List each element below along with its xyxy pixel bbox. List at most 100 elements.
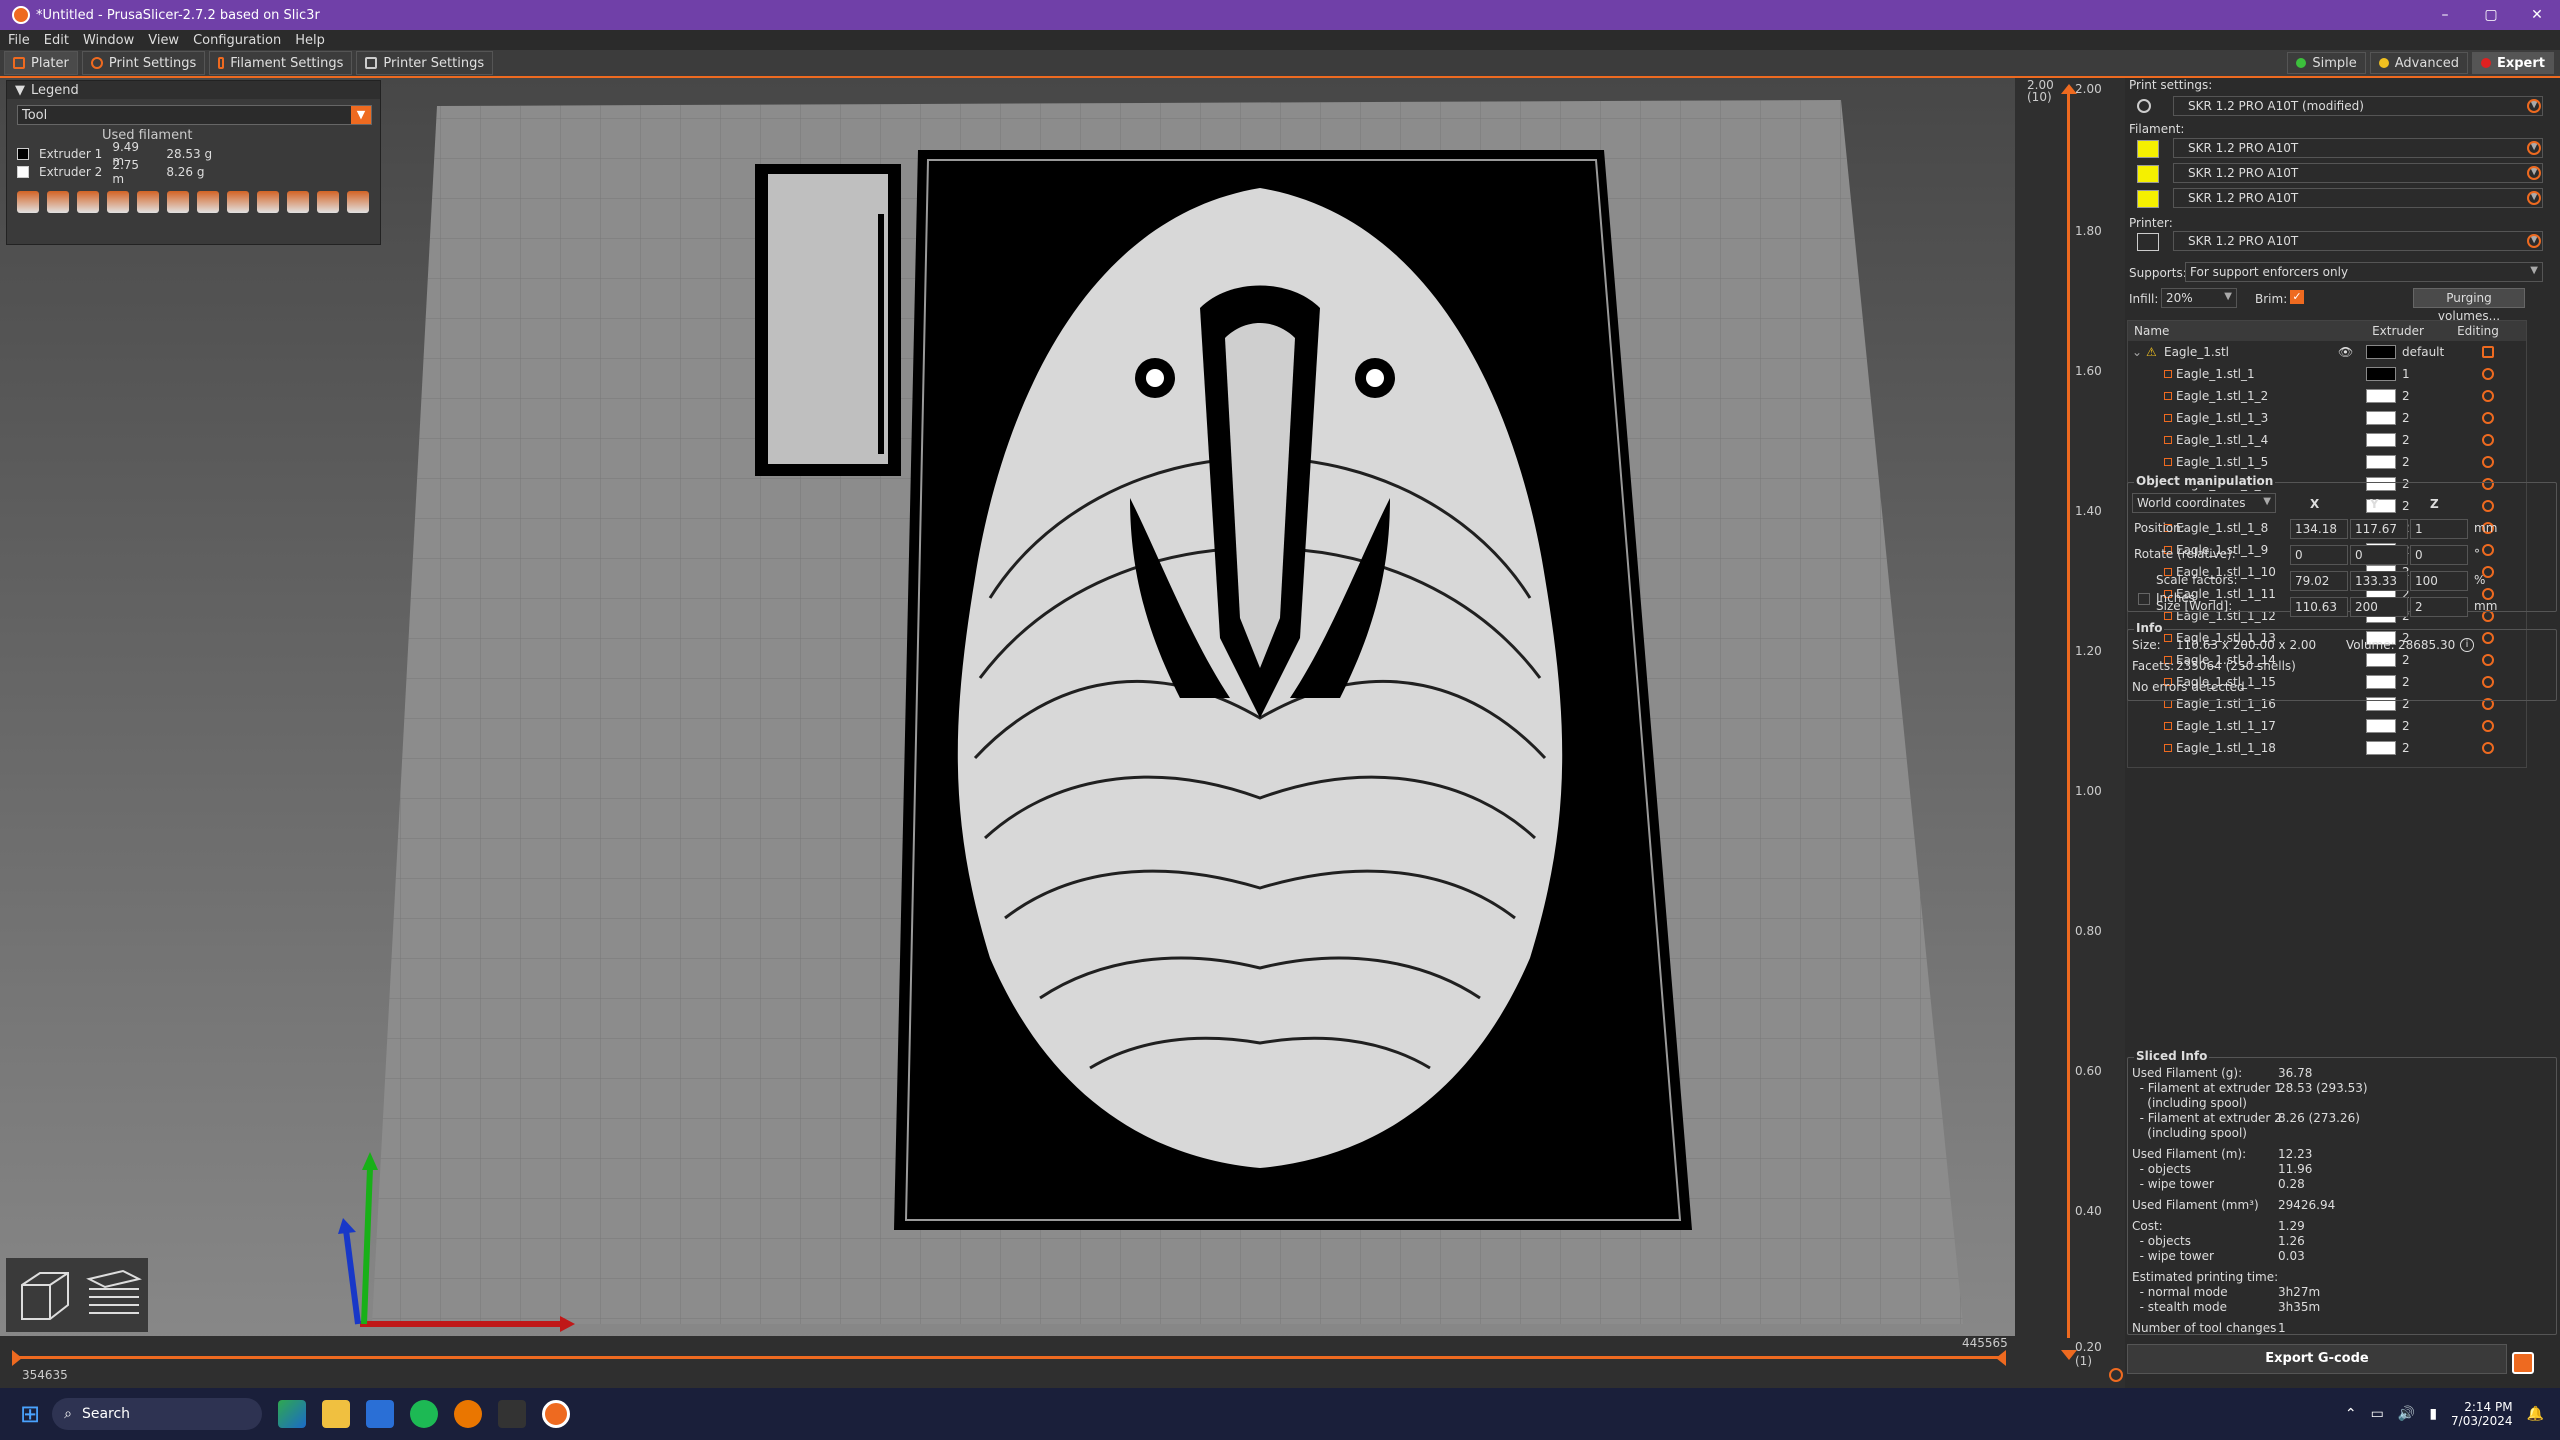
- windows-start-icon[interactable]: ⊞: [20, 1400, 40, 1428]
- horizontal-move-slider[interactable]: 445565 354635: [0, 1336, 2015, 1388]
- extruder-value[interactable]: 2: [2402, 741, 2410, 755]
- view-type-combo[interactable]: Tool ▼: [17, 105, 372, 125]
- filament-combo-2[interactable]: SKR 1.2 PRO A10T ▼: [2173, 163, 2543, 183]
- filament-combo-1[interactable]: SKR 1.2 PRO A10T ▼: [2173, 138, 2543, 158]
- export-gcode-button[interactable]: Export G-code: [2127, 1344, 2507, 1374]
- object-part-row[interactable]: Eagle_1.stl_1_3 2: [2128, 407, 2526, 429]
- coordinate-system-combo[interactable]: World coordinates ▼: [2132, 493, 2276, 513]
- filament-combo-3[interactable]: SKR 1.2 PRO A10T ▼: [2173, 188, 2543, 208]
- network-icon[interactable]: ▭: [2371, 1406, 2384, 1422]
- menu-window[interactable]: Window: [83, 33, 134, 48]
- extruder-value[interactable]: 2: [2402, 433, 2410, 447]
- prusaslicer-taskbar-icon[interactable]: [542, 1400, 571, 1428]
- export-to-storage-icon[interactable]: [2512, 1352, 2534, 1374]
- supports-combo[interactable]: For support enforcers only ▼: [2185, 262, 2543, 282]
- edit-filament-preset-icon[interactable]: [2527, 166, 2541, 180]
- extruder-value[interactable]: 2: [2402, 411, 2410, 425]
- column-name[interactable]: Name: [2134, 324, 2358, 338]
- manipulation-field[interactable]: 117.67: [2350, 519, 2408, 539]
- object-part-row[interactable]: Eagle_1.stl_1_17 2: [2128, 715, 2526, 737]
- manipulation-field[interactable]: 134.18: [2290, 519, 2348, 539]
- 3d-view-icon[interactable]: [12, 1265, 72, 1325]
- tool-marker-toggle-icon[interactable]: [347, 191, 369, 213]
- tab-print-settings[interactable]: Print Settings: [81, 51, 206, 75]
- column-editing[interactable]: Editing: [2438, 324, 2518, 338]
- object-part-row[interactable]: Eagle_1.stl_1 1: [2128, 363, 2526, 385]
- extruder-value[interactable]: 2: [2402, 455, 2410, 469]
- inches-checkbox[interactable]: [2138, 593, 2150, 605]
- volume-icon[interactable]: 🔊: [2398, 1406, 2415, 1422]
- inkscape-icon[interactable]: [498, 1400, 527, 1428]
- edit-filament-preset-icon[interactable]: [2527, 141, 2541, 155]
- object-part-row[interactable]: Eagle_1.stl_1_18 2: [2128, 737, 2526, 759]
- tool-change-toggle-icon[interactable]: [167, 191, 189, 213]
- edit-icon[interactable]: [2482, 346, 2494, 358]
- print-settings-combo[interactable]: SKR 1.2 PRO A10T (modified) ▼: [2173, 96, 2543, 116]
- edit-icon[interactable]: [2482, 434, 2494, 446]
- layer-vertical-slider[interactable]: 2.00 (10) 2.00 1.80 1.60 1.40 1.20 1.00 …: [2015, 78, 2125, 1388]
- manipulation-field[interactable]: 2: [2410, 597, 2468, 617]
- cog-icon[interactable]: [2109, 1368, 2123, 1382]
- edit-filament-preset-icon[interactable]: [2527, 191, 2541, 205]
- travel-toggle-icon[interactable]: [17, 191, 39, 213]
- custom-gcode-toggle-icon[interactable]: [257, 191, 279, 213]
- manipulation-field[interactable]: 133.33: [2350, 571, 2408, 591]
- filament-color-swatch[interactable]: [2137, 165, 2159, 183]
- edit-print-preset-icon[interactable]: [2527, 99, 2541, 113]
- extruder-value[interactable]: default: [2402, 345, 2444, 359]
- menu-file[interactable]: File: [8, 33, 30, 48]
- mode-expert-button[interactable]: Expert: [2471, 52, 2554, 74]
- manipulation-field[interactable]: 100: [2410, 571, 2468, 591]
- file-explorer-icon[interactable]: [322, 1400, 351, 1428]
- infill-combo[interactable]: 20% ▼: [2161, 288, 2237, 308]
- blender-icon[interactable]: [454, 1400, 483, 1428]
- hslider-right-thumb[interactable]: [1996, 1350, 2006, 1366]
- mode-advanced-button[interactable]: Advanced: [2369, 52, 2468, 74]
- filament-color-swatch[interactable]: [2137, 140, 2159, 158]
- hslider-left-thumb[interactable]: [12, 1350, 22, 1366]
- edit-icon[interactable]: [2482, 720, 2494, 732]
- 3d-preview-canvas[interactable]: [0, 78, 2015, 1388]
- purging-volumes-button[interactable]: Purging volumes...: [2413, 288, 2525, 323]
- brim-checkbox[interactable]: ✓: [2290, 290, 2304, 304]
- object-row-parent[interactable]: ⌄ ⚠ Eagle_1.stl 👁 default: [2128, 341, 2526, 363]
- edit-icon[interactable]: [2482, 412, 2494, 424]
- tab-filament-settings[interactable]: Filament Settings: [209, 51, 353, 75]
- mode-simple-button[interactable]: Simple: [2287, 52, 2366, 74]
- tab-printer-settings[interactable]: Printer Settings: [356, 51, 494, 75]
- center-of-gravity-toggle-icon[interactable]: [287, 191, 309, 213]
- close-button[interactable]: ✕: [2514, 7, 2560, 23]
- notification-bell-icon[interactable]: 🔔: [2527, 1406, 2544, 1422]
- pause-toggle-icon[interactable]: [227, 191, 249, 213]
- visibility-eye-icon[interactable]: 👁: [2338, 345, 2353, 359]
- edit-printer-preset-icon[interactable]: [2527, 234, 2541, 248]
- store-icon[interactable]: [366, 1400, 395, 1428]
- maximize-button[interactable]: ▢: [2468, 7, 2514, 23]
- legend-header[interactable]: ▼ Legend: [7, 81, 380, 99]
- info-icon[interactable]: i: [2460, 638, 2474, 652]
- filament-color-swatch[interactable]: [2137, 190, 2159, 208]
- menu-configuration[interactable]: Configuration: [193, 33, 281, 48]
- vslider-top-thumb[interactable]: [2061, 84, 2077, 94]
- edge-browser-icon[interactable]: [278, 1400, 307, 1428]
- battery-icon[interactable]: ▮: [2429, 1406, 2437, 1422]
- printer-combo[interactable]: SKR 1.2 PRO A10T ▼: [2173, 231, 2543, 251]
- taskbar-search-box[interactable]: ⌕ Search: [52, 1398, 263, 1430]
- deretraction-toggle-icon[interactable]: [107, 191, 129, 213]
- edit-icon[interactable]: [2482, 368, 2494, 380]
- shells-toggle-icon[interactable]: [317, 191, 339, 213]
- edit-icon[interactable]: [2482, 456, 2494, 468]
- object-part-row[interactable]: Eagle_1.stl_1_4 2: [2128, 429, 2526, 451]
- object-part-row[interactable]: Eagle_1.stl_1_2 2: [2128, 385, 2526, 407]
- menu-edit[interactable]: Edit: [44, 33, 69, 48]
- edit-icon[interactable]: [2482, 742, 2494, 754]
- retraction-toggle-icon[interactable]: [77, 191, 99, 213]
- manipulation-field[interactable]: 0: [2290, 545, 2348, 565]
- tray-expand-icon[interactable]: ⌃: [2345, 1406, 2357, 1422]
- color-change-toggle-icon[interactable]: [197, 191, 219, 213]
- extruder-value[interactable]: 2: [2402, 389, 2410, 403]
- spotify-icon[interactable]: [410, 1400, 439, 1428]
- menu-help[interactable]: Help: [295, 33, 325, 48]
- edit-icon[interactable]: [2482, 390, 2494, 402]
- preview-layers-icon[interactable]: [83, 1265, 143, 1325]
